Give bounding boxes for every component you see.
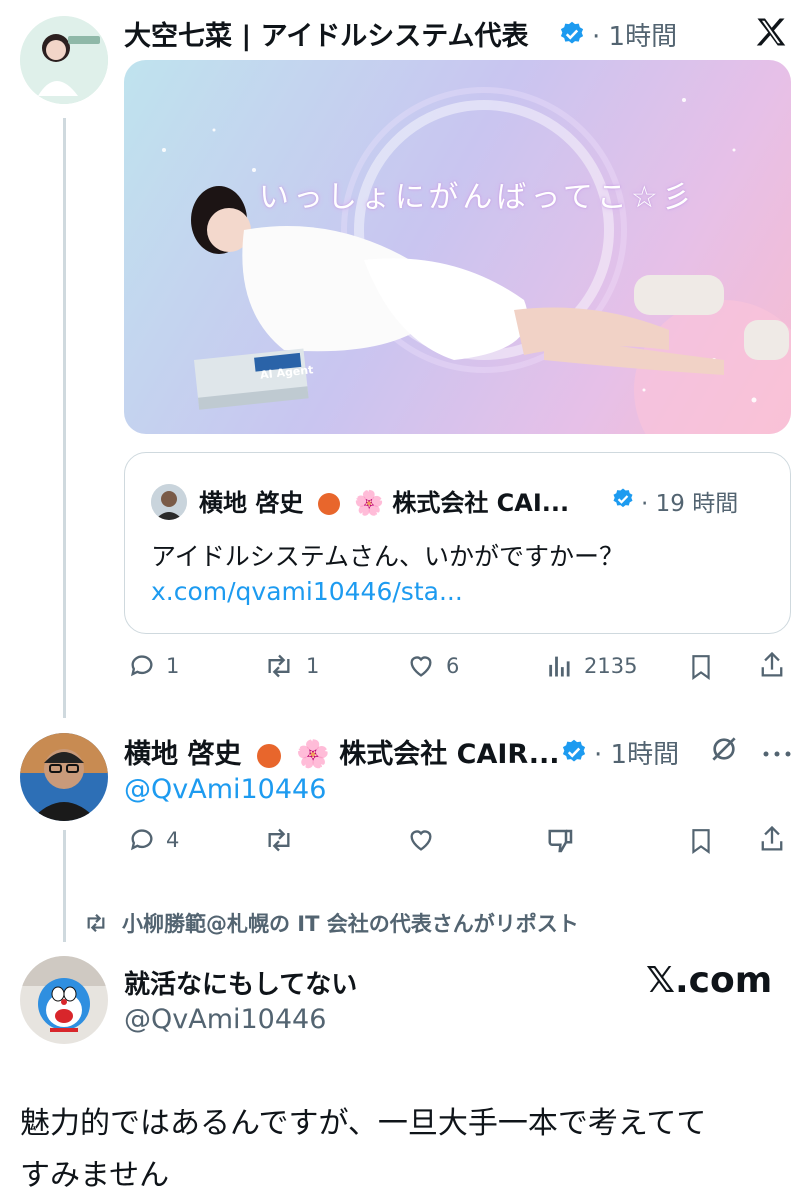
bookmark-button[interactable] xyxy=(688,826,714,856)
quote-avatar xyxy=(151,484,187,520)
verified-icon xyxy=(611,487,635,515)
bookmark-icon xyxy=(692,655,710,680)
repost-icon xyxy=(268,828,290,852)
like-icon xyxy=(410,830,432,851)
bookmark-button[interactable] xyxy=(688,652,714,682)
basketball-icon xyxy=(317,493,340,515)
reply-button[interactable]: 1 xyxy=(128,652,179,680)
author-handle-2[interactable]: @QvAmi10446 xyxy=(124,774,326,805)
repost-notice-text: 小柳勝範@札幌の IT 会社の代表さんがリポスト xyxy=(122,912,579,936)
reply-button[interactable]: 4 xyxy=(128,826,179,854)
author-name-3[interactable]: 就活なにもしてない xyxy=(124,964,357,1001)
avatar-author-2[interactable] xyxy=(20,733,108,821)
repost-button[interactable] xyxy=(262,826,296,854)
quote-author-org: 株式会社 CAI... xyxy=(392,489,570,517)
tweet-image-banner[interactable]: いっしょにがんばってこ☆彡 AI Agent xyxy=(124,60,791,434)
banner-caption: いっしょにがんばってこ☆彡 xyxy=(259,180,696,215)
post-body-text: 魅力的ではあるんですが、一旦大手一本で考えてて すみません xyxy=(20,1098,706,1202)
author-name-2-text: 横地 啓史 xyxy=(124,739,242,770)
x-com-watermark: 𝕏.com xyxy=(646,960,773,1001)
dislike-button[interactable] xyxy=(546,826,576,856)
x-logo-icon[interactable] xyxy=(752,14,790,54)
quote-text: アイドルシステムさん、いかがですかー？ xyxy=(151,542,625,571)
quote-author-name: 横地 啓史 xyxy=(199,489,304,517)
reply-count: 1 xyxy=(166,654,180,678)
verified-icon xyxy=(560,738,588,770)
reply-icon xyxy=(130,655,153,677)
views-icon xyxy=(549,656,570,677)
dislike-icon xyxy=(548,829,573,853)
repost-notice[interactable]: 小柳勝範@札幌の IT 会社の代表さんがリポスト xyxy=(82,908,579,938)
like-button[interactable] xyxy=(406,826,436,854)
views-count: 2135 xyxy=(584,654,638,678)
more-icon[interactable] xyxy=(762,744,792,763)
post-time-2[interactable]: · 1時間 xyxy=(594,734,679,771)
share-icon xyxy=(761,651,783,677)
like-button[interactable]: 6 xyxy=(406,652,459,680)
quote-time: · 19 時間 xyxy=(641,491,739,517)
repost-button[interactable]: 1 xyxy=(262,652,319,680)
reply-icon xyxy=(130,829,153,851)
post-body-line-1: 魅力的ではあるんですが、一旦大手一本で考えてて xyxy=(20,1106,707,1141)
author-handle-3[interactable]: @QvAmi10446 xyxy=(124,1004,326,1035)
author-name-2[interactable]: 横地 啓史 🌸 株式会社 CAIR... xyxy=(124,732,559,771)
share-button[interactable] xyxy=(758,650,786,680)
like-icon xyxy=(410,656,432,677)
author-name-1[interactable]: 大空七菜 | アイドルシステム代表 xyxy=(124,14,529,53)
repost-icon xyxy=(87,913,105,933)
quote-link[interactable]: x.com/qvami10446/sta... xyxy=(151,577,463,606)
author-org-2: 株式会社 CAIR... xyxy=(339,739,560,770)
verified-icon xyxy=(558,20,586,52)
post-time-1[interactable]: · 1時間 xyxy=(592,16,677,53)
cherry-blossom-emoji: 🌸 xyxy=(354,489,384,517)
share-icon xyxy=(761,825,783,851)
thread-line-1 xyxy=(63,118,66,718)
repost-icon xyxy=(268,654,290,678)
repost-count: 1 xyxy=(306,654,320,678)
thread-line-2 xyxy=(63,830,66,942)
avatar-author-1[interactable] xyxy=(20,16,108,104)
like-count: 6 xyxy=(446,654,460,678)
cherry-blossom-emoji: 🌸 xyxy=(296,739,330,770)
reply-count: 4 xyxy=(166,828,180,852)
avatar-author-3[interactable] xyxy=(20,956,108,1044)
basketball-icon xyxy=(256,743,281,768)
share-button[interactable] xyxy=(758,824,786,854)
views-button[interactable]: 2135 xyxy=(546,652,637,680)
hidden-icon[interactable] xyxy=(708,733,740,769)
bookmark-icon xyxy=(692,829,710,854)
post-body-line-2: すみません xyxy=(20,1158,170,1193)
quoted-tweet-card[interactable]: 横地 啓史 🌸 株式会社 CAI... · 19 時間 アイドルシステムさん、い… xyxy=(124,452,791,634)
